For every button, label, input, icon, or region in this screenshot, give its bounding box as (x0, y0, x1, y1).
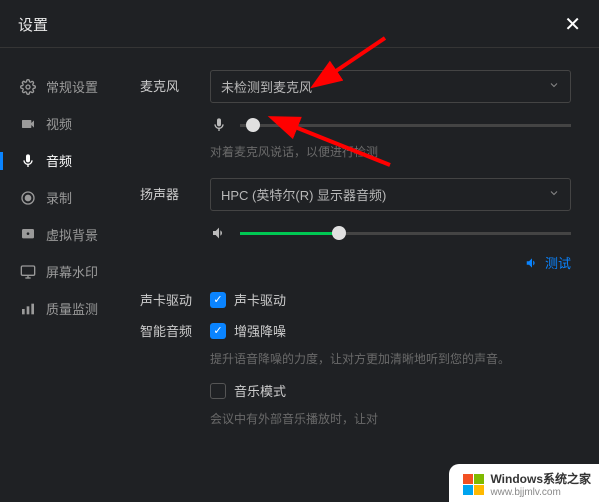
sidebar-item-label: 视频 (46, 114, 72, 133)
noise-checkbox[interactable]: ✓ (210, 323, 226, 339)
windows-logo-icon (463, 474, 484, 495)
quality-icon (20, 301, 36, 317)
sidebar: 常规设置 视频 音频 录制 虚拟背景 (0, 48, 130, 502)
sidebar-item-general[interactable]: 常规设置 (0, 68, 130, 105)
smart-audio-label: 智能音频 (140, 321, 210, 340)
sidebar-item-watermark[interactable]: 屏幕水印 (0, 253, 130, 290)
noise-checkbox-label: 增强降噪 (234, 321, 286, 340)
sidebar-item-label: 录制 (46, 188, 72, 207)
watermark: Windows系统之家 www.bjjmlv.com (449, 464, 599, 502)
driver-label: 声卡驱动 (140, 290, 210, 309)
page-title: 设置 (18, 14, 48, 35)
sidebar-item-audio[interactable]: 音频 (0, 142, 130, 179)
record-icon (20, 190, 36, 206)
background-icon (20, 227, 36, 243)
chevron-down-icon (548, 187, 560, 202)
sidebar-item-label: 屏幕水印 (46, 262, 98, 281)
driver-checkbox-label: 声卡驱动 (234, 290, 286, 309)
sidebar-item-background[interactable]: 虚拟背景 (0, 216, 130, 253)
speaker-slider[interactable] (240, 232, 571, 235)
sidebar-item-quality[interactable]: 质量监测 (0, 290, 130, 327)
sidebar-item-record[interactable]: 录制 (0, 179, 130, 216)
annotation-arrow (260, 95, 400, 175)
driver-checkbox[interactable]: ✓ (210, 292, 226, 308)
speaker-select[interactable]: HPC (英特尔(R) 显示器音频) (210, 178, 571, 211)
speaker-label: 扬声器 (140, 178, 210, 203)
mic-slider-icon (210, 117, 228, 133)
music-checkbox[interactable] (210, 383, 226, 399)
screen-icon (20, 264, 36, 280)
speaker-test-button[interactable]: 测试 (210, 253, 571, 272)
watermark-url: www.bjjmlv.com (490, 487, 591, 498)
volume-icon (525, 256, 539, 270)
sidebar-item-label: 虚拟背景 (46, 225, 98, 244)
chevron-down-icon (548, 79, 560, 94)
watermark-title: Windows系统之家 (490, 470, 591, 487)
close-icon[interactable]: ✕ (564, 15, 581, 35)
gear-icon (20, 79, 36, 95)
sidebar-item-video[interactable]: 视频 (0, 105, 130, 142)
speaker-selected: HPC (英特尔(R) 显示器音频) (221, 185, 386, 204)
noise-hint: 提升语音降噪的力度，让对方更加清晰地听到您的声音。 (210, 350, 571, 367)
sidebar-item-label: 常规设置 (46, 77, 98, 96)
mic-icon (20, 153, 36, 169)
music-hint: 会议中有外部音乐播放时，让对 (210, 410, 571, 427)
video-icon (20, 116, 36, 132)
sidebar-item-label: 质量监测 (46, 299, 98, 318)
music-checkbox-label: 音乐模式 (234, 381, 286, 400)
speaker-slider-icon (210, 225, 228, 241)
microphone-label: 麦克风 (140, 70, 210, 95)
annotation-arrow (275, 30, 395, 90)
sidebar-item-label: 音频 (46, 151, 72, 170)
